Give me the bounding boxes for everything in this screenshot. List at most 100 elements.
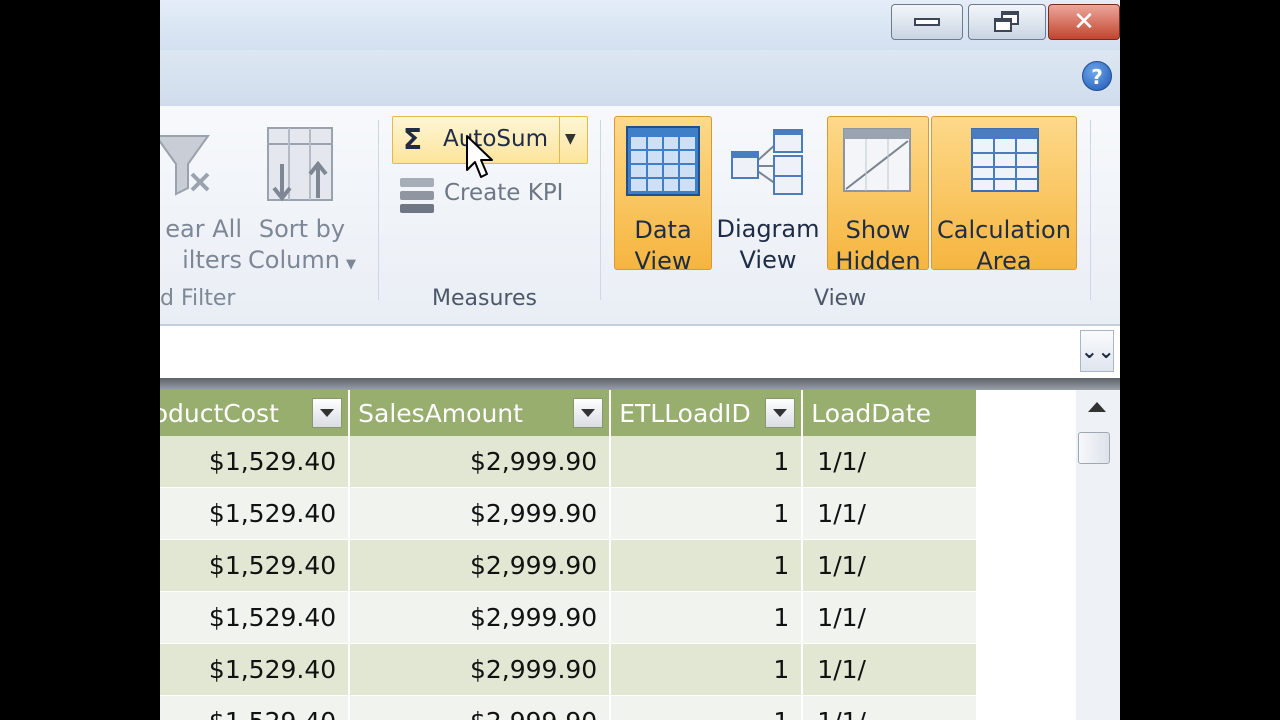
sigma-icon: Σ <box>403 123 423 156</box>
table-cell[interactable]: 1/1/ <box>802 643 978 696</box>
table-cell[interactable]: $2,999.90 <box>349 539 612 592</box>
table-cell[interactable]: 1 <box>610 436 804 488</box>
table-cell[interactable]: $2,999.90 <box>349 487 612 540</box>
column-header-label: LoadDate <box>811 398 932 428</box>
table-cell[interactable]: $2,999.90 <box>349 695 612 720</box>
sort-by-column-icon <box>267 127 333 202</box>
ribbon-separator <box>600 120 601 300</box>
autosum-label: AutoSum <box>443 126 548 152</box>
table-cell[interactable]: 1/1/ <box>802 695 978 720</box>
expand-formula-bar-button[interactable]: ⌄⌄ <box>1080 330 1115 372</box>
table-cell[interactable]: $1,529.40 <box>160 695 351 720</box>
create-kpi-button[interactable]: Create KPI <box>398 176 563 220</box>
show-hidden-label-1: Show <box>845 216 911 244</box>
ribbon-tab-strip: ? <box>160 50 1120 107</box>
clear-filter-icon <box>160 135 210 196</box>
table-cell[interactable]: 1/1/ <box>802 487 978 540</box>
table-cell[interactable]: 1 <box>610 643 804 696</box>
table-cell[interactable]: $2,999.90 <box>349 643 612 696</box>
diagram-view-label-1: Diagram <box>716 215 820 243</box>
table-cell[interactable]: 1/1/ <box>802 539 978 592</box>
table-row[interactable]: $1,529.40 $2,999.90 1 1/1/ <box>160 643 978 696</box>
ribbon-separator <box>378 120 379 300</box>
diagram-view-button[interactable]: Diagram View <box>716 116 820 274</box>
show-hidden-button[interactable]: Show Hidden <box>827 116 929 275</box>
data-view-label-1: Data <box>634 216 692 244</box>
column-header[interactable]: TotalProductCost <box>160 390 351 436</box>
table-row[interactable]: $1,529.40 $2,999.90 1 1/1/ <box>160 591 978 644</box>
grid-top-border <box>160 378 1120 390</box>
table-cell[interactable]: $1,529.40 <box>160 487 351 540</box>
diagram-view-label-2: View <box>739 246 797 274</box>
chevron-down-icon: ▼ <box>345 257 356 272</box>
data-view-label-2: View <box>634 247 692 275</box>
column-header[interactable]: ETLLoadID <box>610 390 804 436</box>
scroll-up-icon[interactable] <box>1088 402 1106 412</box>
table-cell[interactable]: 1 <box>610 695 804 720</box>
calculation-area-label-1: Calculation <box>937 216 1071 244</box>
table-cell[interactable]: 1 <box>610 539 804 592</box>
ribbon-separator <box>1090 120 1091 300</box>
double-chevron-down-icon: ⌄⌄ <box>1081 339 1115 363</box>
table-cell[interactable]: $1,529.40 <box>160 436 351 488</box>
column-header[interactable]: SalesAmount <box>349 390 612 436</box>
clear-all-filters-button[interactable]: ear All ilters <box>160 116 242 276</box>
show-hidden-label-2: Hidden <box>835 247 921 275</box>
filter-dropdown-button[interactable] <box>312 398 343 428</box>
diagram-view-icon <box>731 129 803 195</box>
title-bar: ✕ <box>160 0 1120 50</box>
column-header[interactable]: LoadDate <box>802 390 978 436</box>
table-row[interactable]: $1,529.40 $2,999.90 1 1/1/ <box>160 695 978 720</box>
data-view-button[interactable]: Data View <box>614 116 712 275</box>
table-cell[interactable]: 1 <box>610 591 804 644</box>
calculation-area-button[interactable]: Calculation Area <box>931 116 1077 275</box>
show-hidden-icon <box>843 128 911 192</box>
sort-by-column-button[interactable]: Sort by Column ▼ <box>240 116 364 276</box>
autosum-split <box>559 117 560 163</box>
column-header-label: ETLLoadID <box>619 398 751 428</box>
table-cell[interactable]: $1,529.40 <box>160 591 351 644</box>
chevron-down-icon[interactable]: ▼ <box>565 131 576 147</box>
minimize-button[interactable] <box>891 4 963 40</box>
table-cell[interactable]: 1/1/ <box>802 591 978 644</box>
close-button[interactable]: ✕ <box>1048 4 1120 40</box>
table-cell[interactable]: $2,999.90 <box>349 591 612 644</box>
mouse-cursor-icon <box>466 135 493 178</box>
sort-filter-group-label: d Filter <box>160 286 236 311</box>
table-cell[interactable]: 1/1/ <box>802 436 978 488</box>
restore-icon <box>993 11 1021 33</box>
clear-all-filters-label-1: ear All <box>165 215 242 243</box>
sort-by-column-label-1: Sort by <box>258 215 346 243</box>
calculation-area-icon <box>971 128 1039 192</box>
column-header-label: SalesAmount <box>358 398 523 428</box>
table-row[interactable]: $1,529.40 $2,999.90 1 1/1/ <box>160 487 978 540</box>
table-cell[interactable]: $1,529.40 <box>160 643 351 696</box>
table-cell[interactable]: $2,999.90 <box>349 436 612 488</box>
table-cell[interactable]: 1 <box>610 487 804 540</box>
create-kpi-label: Create KPI <box>444 180 564 206</box>
powerpivot-window: ✕ ? ear All ilters Sort by Column ▼ d Fi… <box>160 0 1120 720</box>
table-row[interactable]: $1,529.40 $2,999.90 1 1/1/ <box>160 436 978 488</box>
minimize-icon <box>914 18 940 26</box>
column-header-label: TotalProductCost <box>160 398 279 428</box>
measures-group-label: Measures <box>432 286 537 311</box>
scroll-thumb[interactable] <box>1078 432 1110 464</box>
restore-button[interactable] <box>968 4 1046 40</box>
view-group-label: View <box>814 286 867 311</box>
vertical-scrollbar[interactable] <box>1076 390 1120 720</box>
kpi-icon <box>400 178 434 213</box>
help-icon[interactable]: ? <box>1082 61 1112 91</box>
clear-all-filters-label-2: ilters <box>182 246 242 274</box>
data-table: TotalProductCost SalesAmount ETLLoadID L… <box>160 390 978 720</box>
formula-bar[interactable]: ⌄⌄ <box>160 326 1120 378</box>
table-row[interactable]: $1,529.40 $2,999.90 1 1/1/ <box>160 539 978 592</box>
filter-dropdown-button[interactable] <box>573 398 604 428</box>
data-view-icon <box>626 126 700 196</box>
data-grid[interactable]: TotalProductCost SalesAmount ETLLoadID L… <box>160 390 1076 720</box>
header-row: TotalProductCost SalesAmount ETLLoadID L… <box>160 390 978 436</box>
sort-by-column-label-2: Column ▼ <box>248 246 356 274</box>
table-cell[interactable]: $1,529.40 <box>160 539 351 592</box>
calculation-area-label-2: Area <box>976 247 1032 275</box>
filter-dropdown-button[interactable] <box>765 398 796 428</box>
ribbon: ear All ilters Sort by Column ▼ d Filter … <box>160 106 1120 326</box>
